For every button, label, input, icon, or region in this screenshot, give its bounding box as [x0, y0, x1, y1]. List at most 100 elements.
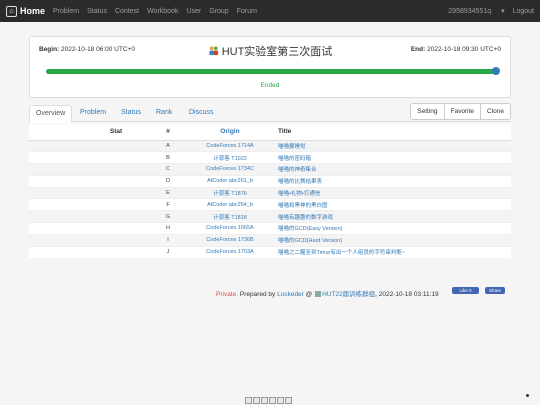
clone-button[interactable]: Clone [481, 103, 511, 120]
problem-origin[interactable]: AtCoder abc264_b [185, 198, 275, 211]
share-button[interactable]: Share [485, 287, 505, 294]
top-navbar: ⌂ Home Problem Status Contest Workbook U… [0, 0, 540, 22]
header-origin: Origin [185, 124, 275, 141]
badge-icon[interactable] [245, 397, 252, 404]
tab-problem[interactable]: Problem [74, 105, 112, 122]
badge-icon[interactable] [269, 397, 276, 404]
nav-user[interactable]: User [186, 8, 201, 15]
user-menu[interactable]: 2958934551q ▾ [440, 7, 504, 15]
contest-footer: Private. Prepared by Lockeder @ HUT22届训练… [216, 288, 439, 298]
problem-number: G [151, 210, 185, 223]
problem-title[interactable]: 喵喵要睡觉 [275, 139, 511, 152]
problem-number: D [151, 174, 185, 188]
header-stat: Stat [81, 124, 151, 141]
header-spacer [29, 124, 81, 141]
header-title: Title [275, 124, 511, 141]
team-icon [209, 46, 218, 56]
problem-origin[interactable]: 计蒜客 T1022 [185, 151, 275, 164]
problem-title[interactable]: 喵喵的GCD(Easy Version) [275, 222, 511, 235]
problem-origin[interactable]: CodeForces 1734C [185, 163, 275, 176]
problem-number: E [151, 186, 185, 199]
end-time: End: 2022-10-18 09:30 UTC+0 [411, 46, 501, 53]
table-row: H CodeForces 1665A 喵喵的GCD(Easy Version) [29, 222, 511, 235]
nav-group[interactable]: Group [209, 8, 228, 15]
table-row: F AtCoder abc264_b 喵喵和黑神的黑白图 [29, 198, 511, 211]
table-header-row: Stat # Origin Title [29, 124, 511, 141]
table-row: D AtCoder abc261_b 喵喵的比赛结果表 [29, 174, 511, 188]
contest-header: Begin: 2022-10-18 06:00 UTC+0 HUT实验室第三次面… [29, 36, 511, 98]
author-link[interactable]: Lockeder [277, 291, 304, 298]
problem-title[interactable]: 喵喵有趣趣的数字游戏 [275, 210, 511, 223]
progress-knob[interactable] [492, 67, 500, 75]
problem-origin[interactable]: 计蒜客 T1818 [185, 210, 275, 223]
username: 2958934551q [448, 8, 492, 15]
nav-forum[interactable]: Forum [237, 8, 257, 15]
tab-rank[interactable]: Rank [150, 105, 178, 122]
problem-origin[interactable]: CodeForces 1736B [185, 233, 275, 247]
badge-icon[interactable] [253, 397, 260, 404]
contest-actions: Setting Favorite Clone [410, 103, 511, 120]
table-row: G 计蒜客 T1818 喵喵有趣趣的数字游戏 [29, 210, 511, 223]
problem-origin[interactable]: CodeForces 1703A [185, 245, 275, 258]
end-label: End: [410, 46, 426, 53]
end-value: 2022-10-18 09:30 UTC+0 [427, 46, 501, 53]
table-row: A CodeForces 1714A 喵喵要睡觉 [29, 139, 511, 152]
problem-origin[interactable]: CodeForces 1714A [185, 139, 275, 152]
logout-link[interactable]: Logout [513, 8, 534, 15]
problem-origin[interactable]: CodeForces 1665A [185, 222, 275, 235]
nav-problem[interactable]: Problem [53, 8, 79, 15]
contest-progress-bar [46, 67, 500, 75]
tab-overview[interactable]: Overview [29, 105, 73, 123]
private-label: Private. [216, 291, 239, 298]
badge-icon[interactable] [277, 397, 284, 404]
at-label: @ [305, 291, 313, 298]
tab-discuss[interactable]: Discuss [183, 105, 220, 122]
group-icon [315, 291, 322, 297]
problem-title[interactable]: 喵喵的GCD(Hard Version) [275, 233, 511, 247]
nav-contest[interactable]: Contest [115, 8, 139, 15]
bottom-badges [245, 397, 293, 404]
badge-icon[interactable] [261, 397, 268, 404]
contest-title-text: HUT实验室第三次面试 [221, 46, 333, 58]
caret-down-icon: ▾ [501, 8, 505, 15]
problem-title[interactable]: 喵喵的神奇集合 [275, 163, 511, 176]
corner-dot [526, 394, 529, 397]
home-link[interactable]: ⌂ Home [6, 5, 46, 17]
nav-status[interactable]: Status [87, 8, 107, 15]
progress-fill [46, 69, 496, 74]
favorite-button[interactable]: Favorite [444, 103, 482, 120]
problem-number: F [151, 198, 185, 211]
problem-origin[interactable]: 计蒜客 T1876 [185, 186, 275, 199]
table-row: J CodeForces 1703A 喵喵之二醒至到Timur有出一个人组员的字符串… [29, 245, 511, 258]
problem-number: A [151, 139, 185, 152]
contest-status: Ended [260, 82, 280, 89]
problem-number: J [151, 245, 185, 258]
problem-number: B [151, 151, 185, 164]
nav-menu: Problem Status Contest Workbook User Gro… [53, 8, 265, 15]
table-row: E 计蒜客 T1876 喵喵•礼物•打通信 [29, 186, 511, 199]
problem-title[interactable]: 喵喵的密码箱 [275, 151, 511, 164]
problem-title[interactable]: 喵喵•礼物•打通信 [275, 186, 511, 199]
group-link[interactable]: HUT22届训练群组 [322, 291, 375, 298]
problem-title[interactable]: 喵喵之二醒至到Timur有出一个人组员的字符串判断~ [275, 245, 511, 258]
problem-number: H [151, 222, 185, 235]
problem-title[interactable]: 喵喵的比赛结果表 [275, 174, 511, 188]
nav-workbook[interactable]: Workbook [147, 8, 178, 15]
setting-button[interactable]: Setting [410, 103, 445, 120]
badge-icon[interactable] [285, 397, 292, 404]
table-row: B 计蒜客 T1022 喵喵的密码箱 [29, 151, 511, 164]
like-button[interactable]: Like 0 [452, 287, 479, 294]
table-row: C CodeForces 1734C 喵喵的神奇集合 [29, 163, 511, 176]
problem-title[interactable]: 喵喵和黑神的黑白图 [275, 198, 511, 211]
tab-status[interactable]: Status [115, 105, 147, 122]
header-number: # [151, 124, 185, 141]
problem-origin[interactable]: AtCoder abc261_b [185, 174, 275, 188]
prepared-by-label: Prepared by [239, 291, 276, 298]
problem-table: Stat # Origin Title A CodeForces 1714A 喵喵要… [29, 124, 511, 258]
home-icon: ⌂ [6, 5, 17, 17]
user-area: 2958934551q ▾ Logout [432, 0, 534, 22]
table-row: I CodeForces 1736B 喵喵的GCD(Hard Version) [29, 233, 511, 247]
problem-number: C [151, 163, 185, 176]
problem-number: I [151, 233, 185, 247]
brand-label: Home [20, 6, 46, 16]
